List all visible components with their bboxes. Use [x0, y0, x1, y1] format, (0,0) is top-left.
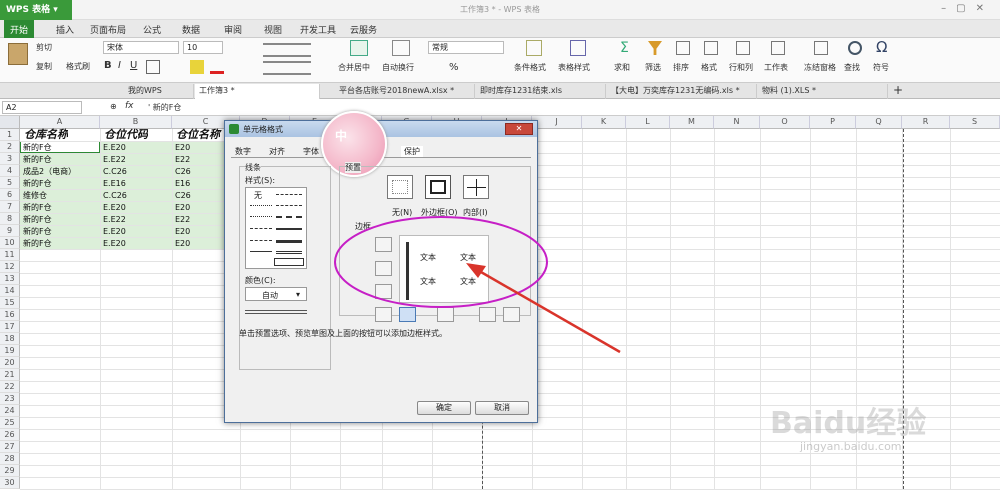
baidu-watermark: Baidu经验: [770, 406, 927, 441]
arrow-line: [473, 266, 621, 354]
watermark-url: jingyan.baidu.com: [800, 440, 902, 453]
arrow-head: [466, 263, 486, 278]
highlight-ellipse: [334, 216, 548, 308]
